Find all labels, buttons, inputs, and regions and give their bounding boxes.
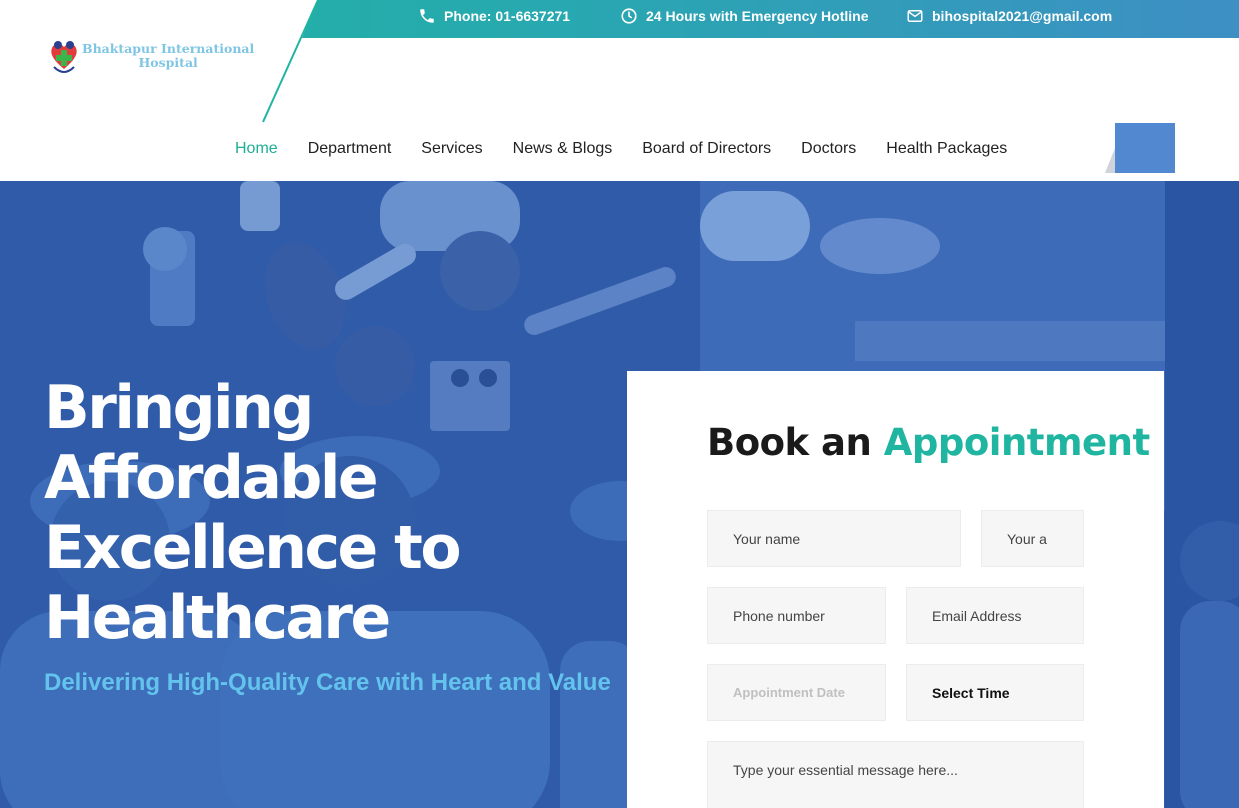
phone-input[interactable]: Phone number	[707, 587, 886, 644]
appointment-date-input[interactable]: Appointment Date	[707, 664, 886, 721]
envelope-icon	[907, 10, 923, 22]
header-cta-button[interactable]	[1115, 123, 1175, 173]
contact-phone[interactable]: Phone: 01-6637271	[418, 0, 570, 32]
nav-board-of-directors[interactable]: Board of Directors	[642, 140, 771, 158]
logo-line-2: Hospital	[138, 55, 198, 70]
appointment-form-title: Book an Appointment	[707, 421, 1150, 464]
hero-subtitle: Delivering High-Quality Care with Heart …	[44, 669, 611, 696]
logo-line-1: Bhaktapur International	[82, 41, 255, 56]
hospital-logo-icon	[51, 41, 77, 73]
form-title-part-1: Book an	[707, 421, 872, 464]
contact-hours-text: 24 Hours with Emergency Hotline	[646, 8, 869, 24]
nav-news-blogs[interactable]: News & Blogs	[513, 140, 613, 158]
name-input[interactable]: Your name	[707, 510, 961, 567]
form-title-part-2: Appointment	[883, 421, 1150, 464]
hero-heading-line-2: Affordable	[44, 443, 379, 513]
nav-health-packages[interactable]: Health Packages	[886, 140, 1007, 158]
hero-heading-line-1: Bringing	[44, 373, 314, 443]
nav-home[interactable]: Home	[235, 140, 278, 158]
hero-heading-line-4: Healthcare	[44, 583, 391, 653]
hero-heading: Bringing Affordable Excellence to Health…	[44, 373, 604, 653]
clock-icon	[621, 8, 637, 24]
email-input[interactable]: Email Address	[906, 587, 1084, 644]
contact-email-text: bihospital2021@gmail.com	[932, 8, 1113, 24]
nav-doctors[interactable]: Doctors	[801, 140, 856, 158]
contact-phone-text: Phone: 01-6637271	[444, 8, 571, 24]
time-select[interactable]: Select Time	[906, 664, 1084, 721]
address-input[interactable]: Your a	[981, 510, 1084, 567]
hospital-logo[interactable]: Bhaktapur International Hospital	[48, 37, 254, 75]
nav-department[interactable]: Department	[308, 140, 392, 158]
nav-services[interactable]: Services	[421, 140, 482, 158]
contact-email[interactable]: bihospital2021@gmail.com	[906, 0, 1112, 32]
message-textarea[interactable]: Type your essential message here...	[707, 741, 1084, 808]
contact-hours: 24 Hours with Emergency Hotline	[620, 0, 869, 32]
appointment-form: Book an Appointment Your name Your a Pho…	[627, 371, 1164, 808]
hero-heading-line-3: Excellence to	[44, 513, 462, 583]
main-navigation: Home Department Services News & Blogs Bo…	[235, 140, 1007, 158]
phone-icon	[420, 9, 434, 23]
